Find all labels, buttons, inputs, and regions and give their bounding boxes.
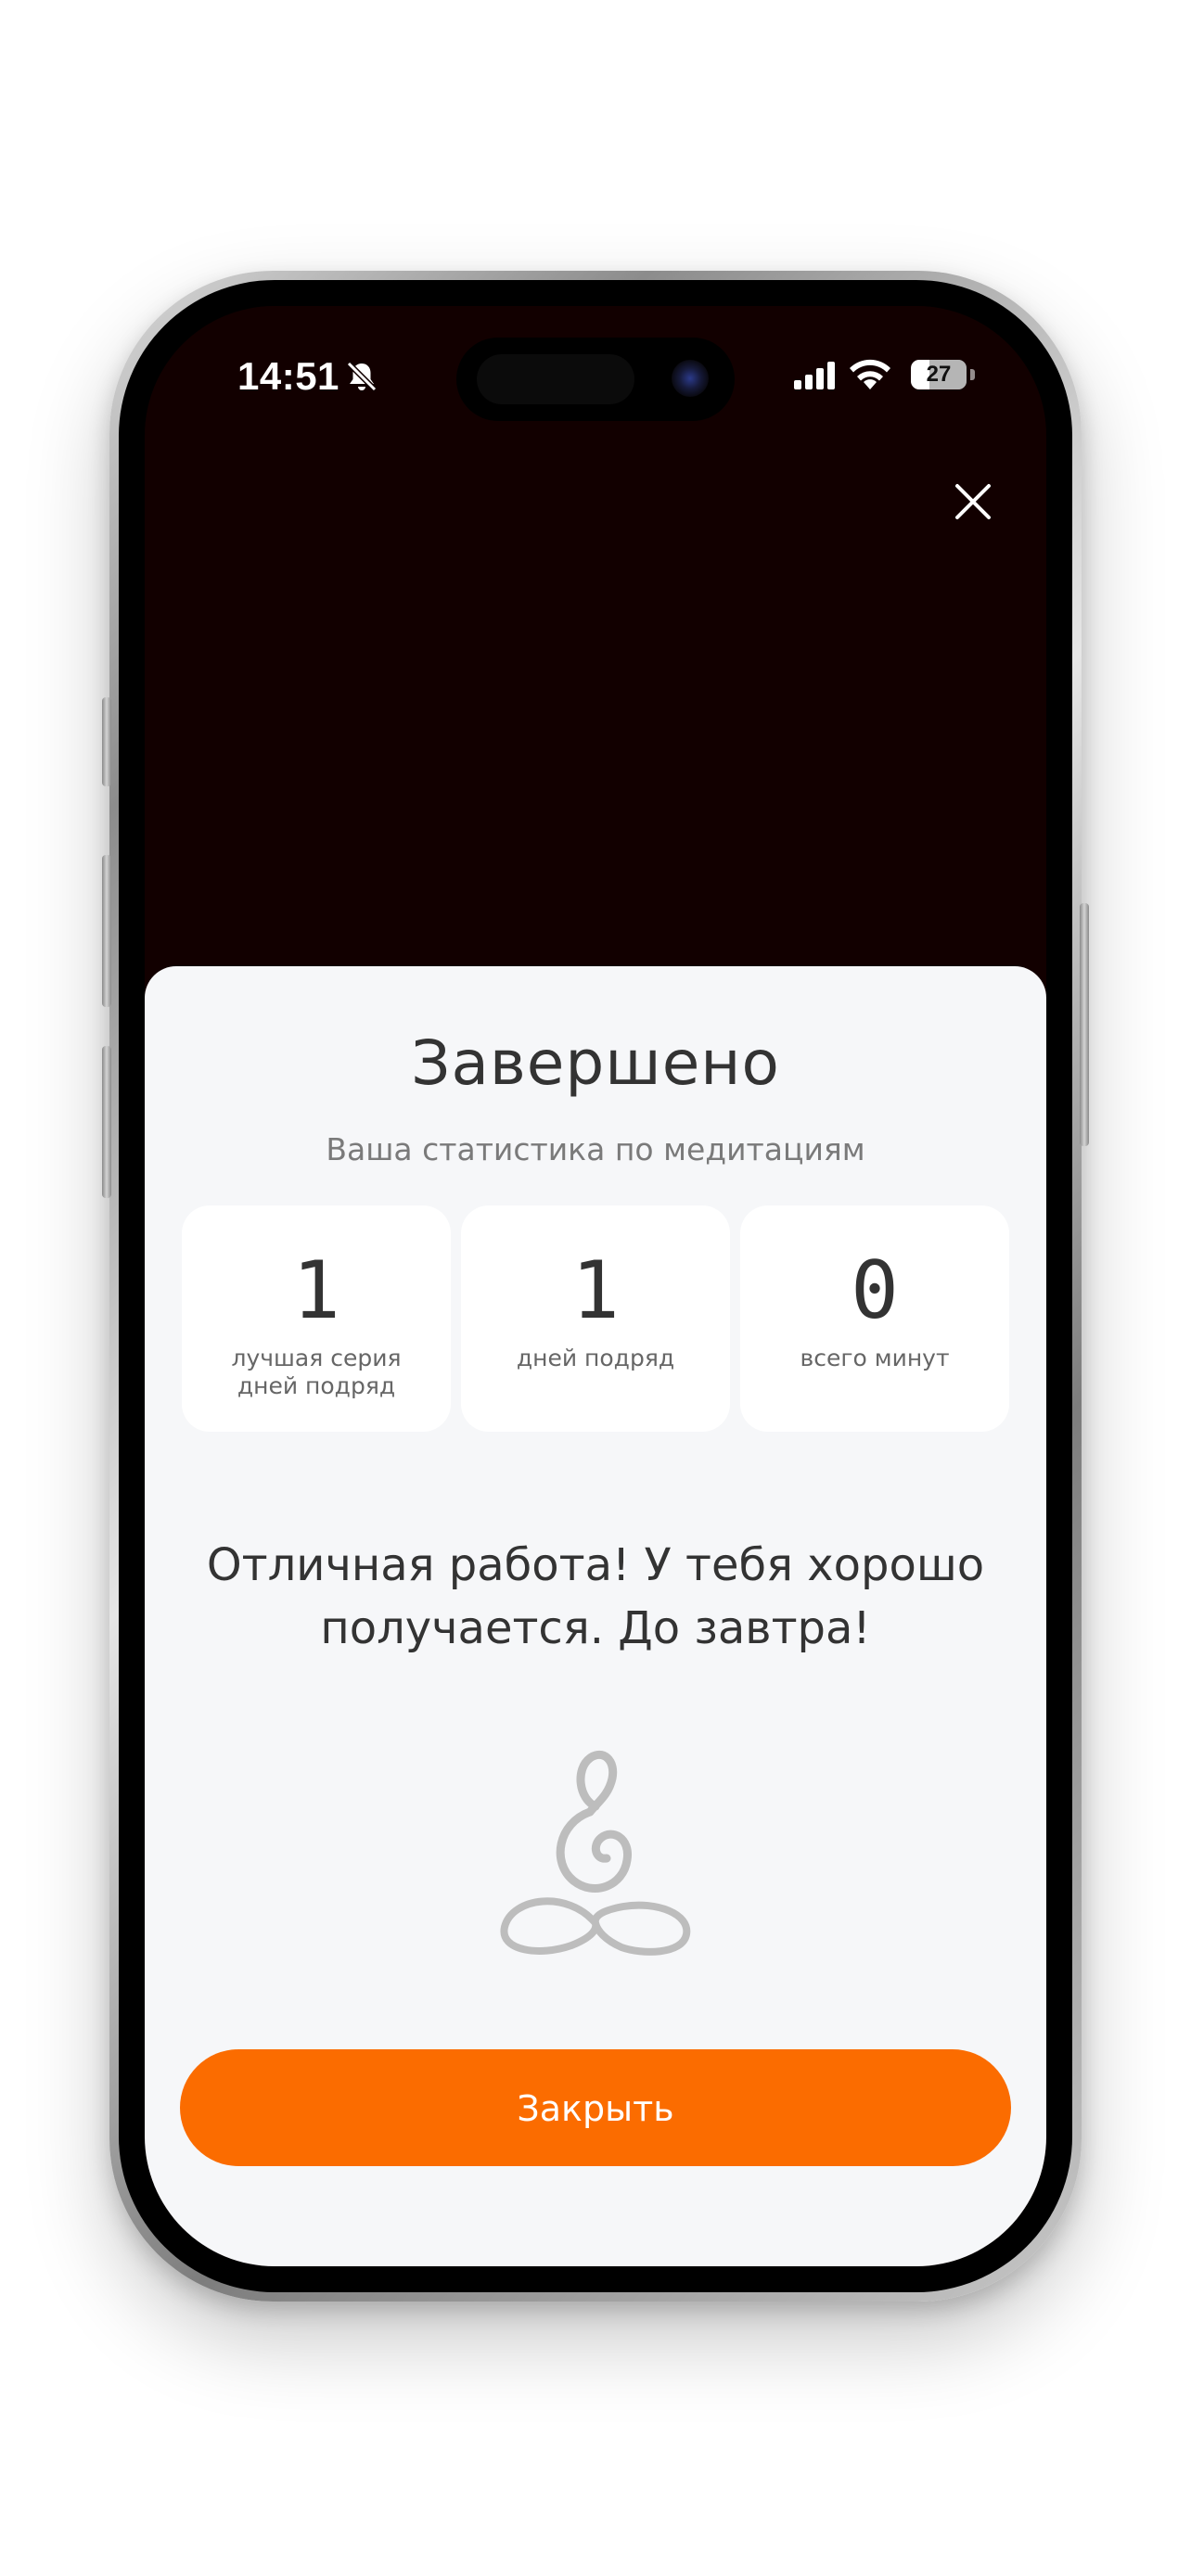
wifi-icon: [850, 359, 890, 389]
stat-label: всего минут: [800, 1345, 950, 1371]
stat-label: лучшая серия дней подряд: [231, 1345, 402, 1399]
page-title: Завершено: [411, 1027, 780, 1099]
bell-slash-icon: [346, 361, 378, 392]
encouragement-message: Отличная работа! У тебя хорошо получаетс…: [206, 1539, 985, 1654]
stat-value: 0: [851, 1244, 899, 1337]
battery-level: 27: [926, 362, 952, 387]
stats-row: 1 лучшая серия дней подряд 1 дней подряд…: [182, 1205, 1009, 1432]
power-button: [1080, 903, 1089, 1146]
completion-sheet: Завершено Ваша статистика по медитациям …: [145, 966, 1046, 2266]
dynamic-island: [456, 338, 735, 421]
action-button: [102, 697, 111, 786]
volume-up-button: [102, 855, 111, 1007]
status-time: 14:51: [237, 354, 339, 398]
stat-value: 1: [292, 1244, 340, 1337]
battery-icon: 27: [911, 360, 967, 389]
close-button[interactable]: Закрыть: [180, 2049, 1011, 2166]
stat-card-best-streak: 1 лучшая серия дней подряд: [182, 1205, 451, 1432]
meditation-figure-icon: [500, 1750, 691, 1956]
close-icon[interactable]: [952, 480, 994, 523]
stat-card-current-streak: 1 дней подряд: [461, 1205, 730, 1432]
front-camera: [672, 360, 709, 397]
page-subtitle: Ваша статистика по медитациям: [326, 1131, 865, 1167]
phone-screen: 14:51 27 Завершено Ваша статистика по ме…: [145, 306, 1046, 2266]
cellular-signal-icon: [794, 362, 835, 389]
stat-value: 1: [571, 1244, 620, 1337]
stat-card-total-minutes: 0 всего минут: [740, 1205, 1009, 1432]
stat-label: дней подряд: [516, 1345, 675, 1371]
island-sensor: [477, 354, 634, 404]
volume-down-button: [102, 1046, 111, 1198]
battery-tip: [970, 369, 975, 380]
